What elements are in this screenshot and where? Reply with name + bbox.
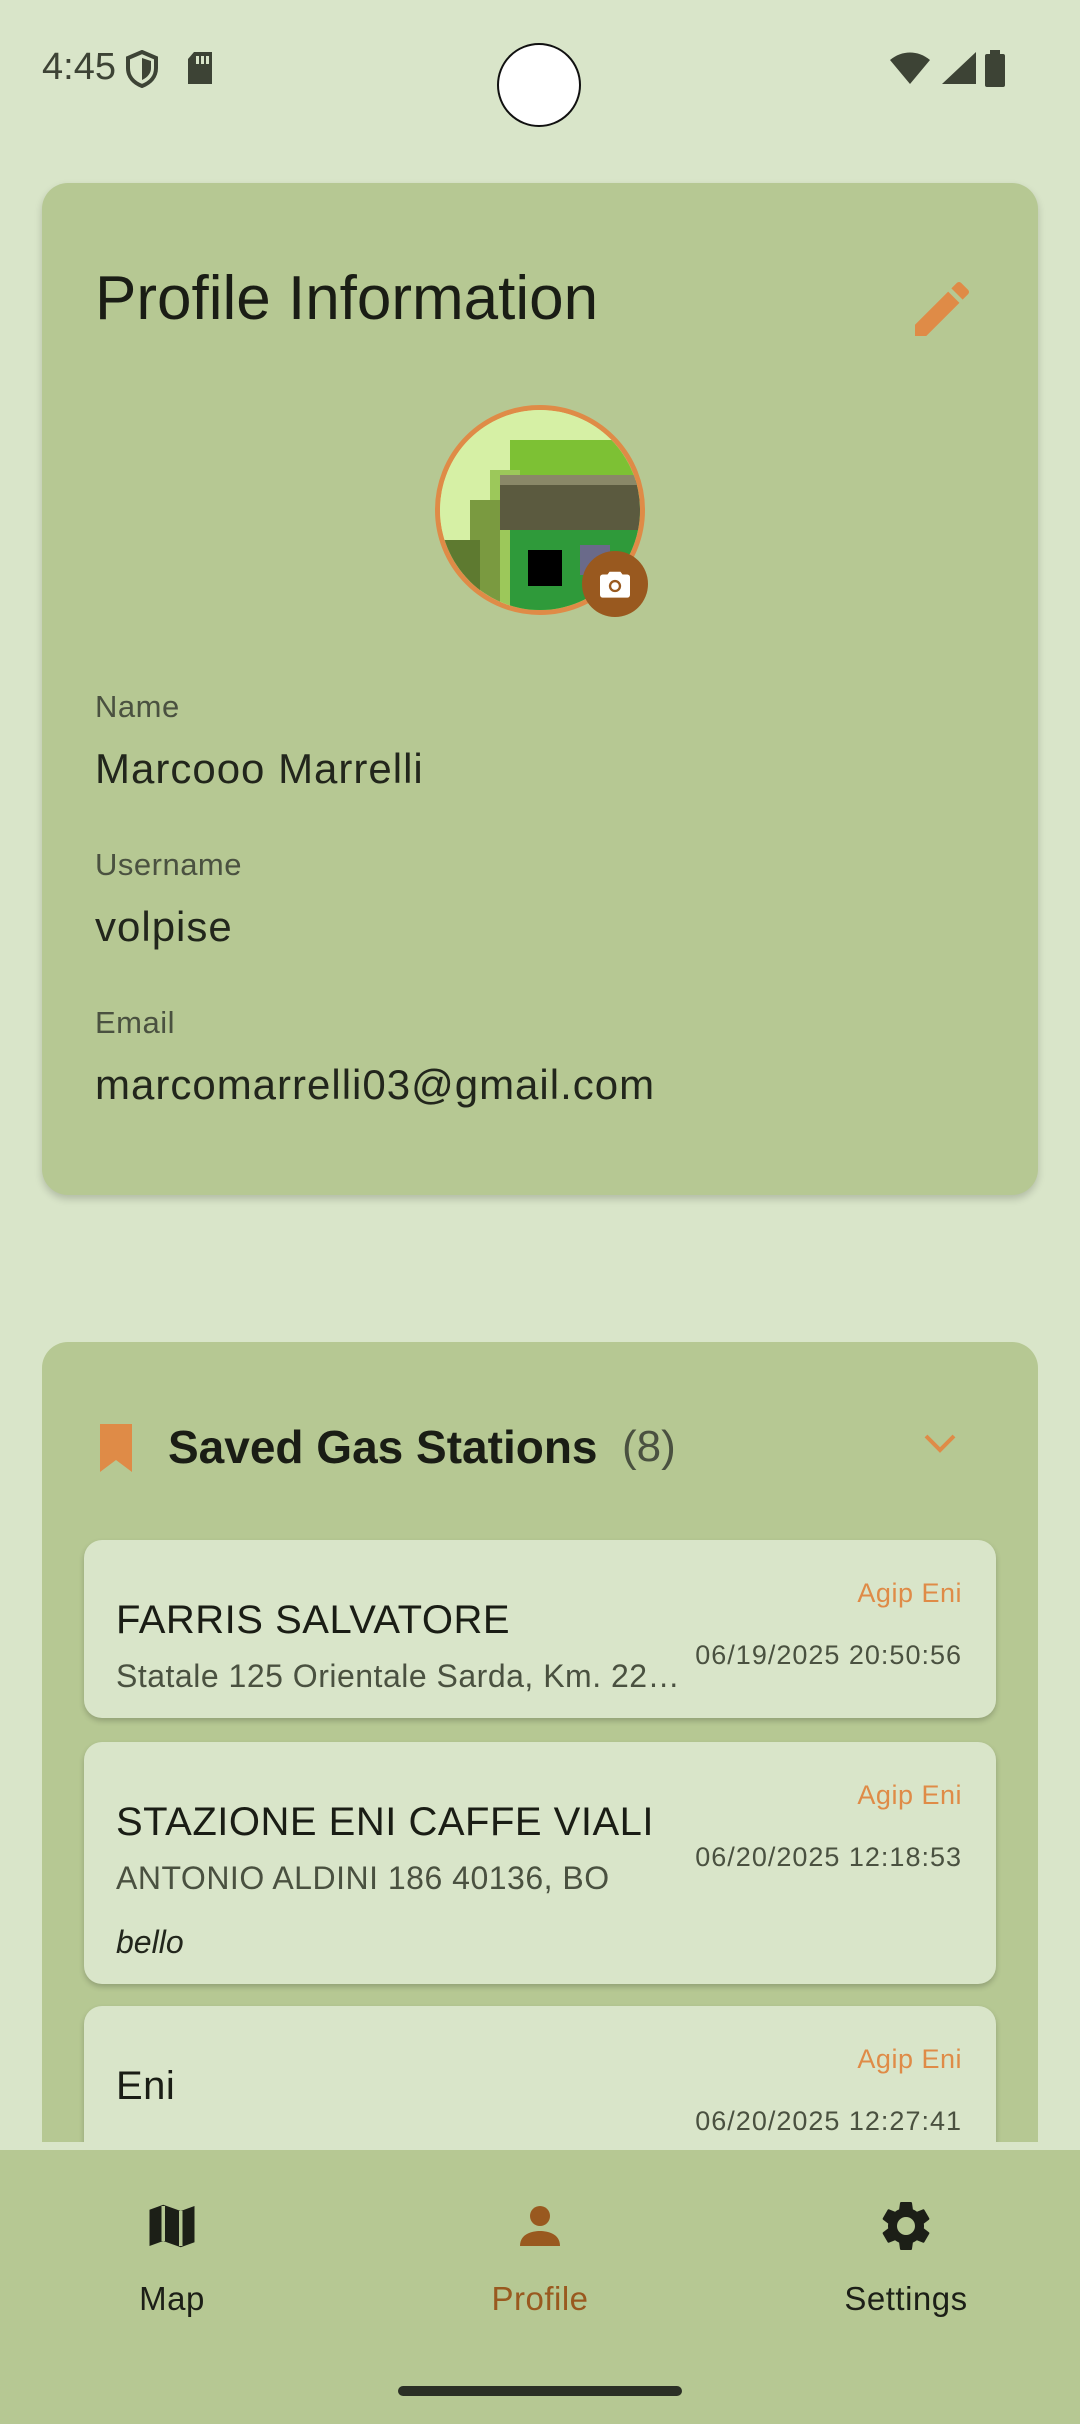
camera-cutout xyxy=(497,43,581,127)
saved-stations-title: Saved Gas Stations xyxy=(168,1421,598,1473)
name-label: Name xyxy=(95,689,180,724)
station-name: Eni xyxy=(116,2064,176,2108)
nav-label-settings: Settings xyxy=(844,2280,968,2317)
map-icon xyxy=(149,2204,195,2248)
sd-card-icon xyxy=(188,52,212,84)
person-icon xyxy=(520,2206,560,2246)
camera-icon xyxy=(600,571,630,598)
edit-profile-button[interactable] xyxy=(906,273,978,345)
station-brand: Agip Eni xyxy=(857,2044,962,2074)
station-date: 06/20/2025 12:18:53 xyxy=(695,1842,962,1872)
nav-item-map[interactable]: Map xyxy=(42,2150,302,2350)
nav-item-settings[interactable]: Settings xyxy=(776,2150,1036,2350)
nav-label-profile: Profile xyxy=(491,2280,589,2317)
name-value: Marcooo Marrelli xyxy=(95,745,424,792)
saved-stations-card: Saved Gas Stations (8) FARRIS SALVATORE … xyxy=(42,1342,1038,2142)
station-item[interactable]: Eni Agip Eni 06/20/2025 12:27:41 xyxy=(84,2006,996,2142)
chevron-down-icon xyxy=(924,1434,956,1453)
status-bar: 4:45 xyxy=(0,0,1080,140)
home-indicator[interactable] xyxy=(398,2386,682,2396)
username-value: volpise xyxy=(95,903,233,950)
station-name: STAZIONE ENI CAFFE VIALI xyxy=(116,1800,655,1844)
email-value: marcomarrelli03@gmail.com xyxy=(95,1061,656,1108)
station-name: FARRIS SALVATORE xyxy=(116,1598,511,1642)
username-label: Username xyxy=(95,847,242,882)
collapse-button[interactable] xyxy=(920,1430,960,1463)
station-address: Statale 125 Orientale Sarda, Km. 224, 09… xyxy=(116,1658,686,1694)
profile-title: Profile Information xyxy=(95,264,599,333)
status-time: 4:45 xyxy=(42,46,116,88)
station-item[interactable]: FARRIS SALVATORE Statale 125 Orientale S… xyxy=(84,1540,996,1718)
station-date: 06/20/2025 12:27:41 xyxy=(695,2106,962,2136)
nav-label-map: Map xyxy=(139,2280,205,2317)
station-brand: Agip Eni xyxy=(857,1578,962,1608)
profile-card: Profile Information Name Marcooo Marrell… xyxy=(42,183,1038,1195)
gear-icon xyxy=(882,2202,930,2250)
station-brand: Agip Eni xyxy=(857,1780,962,1810)
shield-icon xyxy=(126,50,158,88)
station-address: ANTONIO ALDINI 186 40136, BO xyxy=(116,1860,610,1896)
station-note: bello xyxy=(116,1924,184,1960)
wifi-icon xyxy=(890,52,930,84)
bottom-navigation: Map Profile Settings xyxy=(0,2150,1080,2424)
email-label: Email xyxy=(95,1005,176,1040)
station-item[interactable]: STAZIONE ENI CAFFE VIALI ANTONIO ALDINI … xyxy=(84,1742,996,1984)
nav-item-profile[interactable]: Profile xyxy=(410,2150,670,2350)
station-date: 06/19/2025 20:50:56 xyxy=(695,1640,962,1670)
battery-icon xyxy=(985,50,1005,87)
bookmark-icon xyxy=(100,1424,132,1472)
signal-icon xyxy=(942,52,976,84)
saved-stations-count: (8) xyxy=(622,1422,676,1471)
change-photo-button[interactable] xyxy=(582,551,648,617)
pencil-icon xyxy=(915,281,970,336)
